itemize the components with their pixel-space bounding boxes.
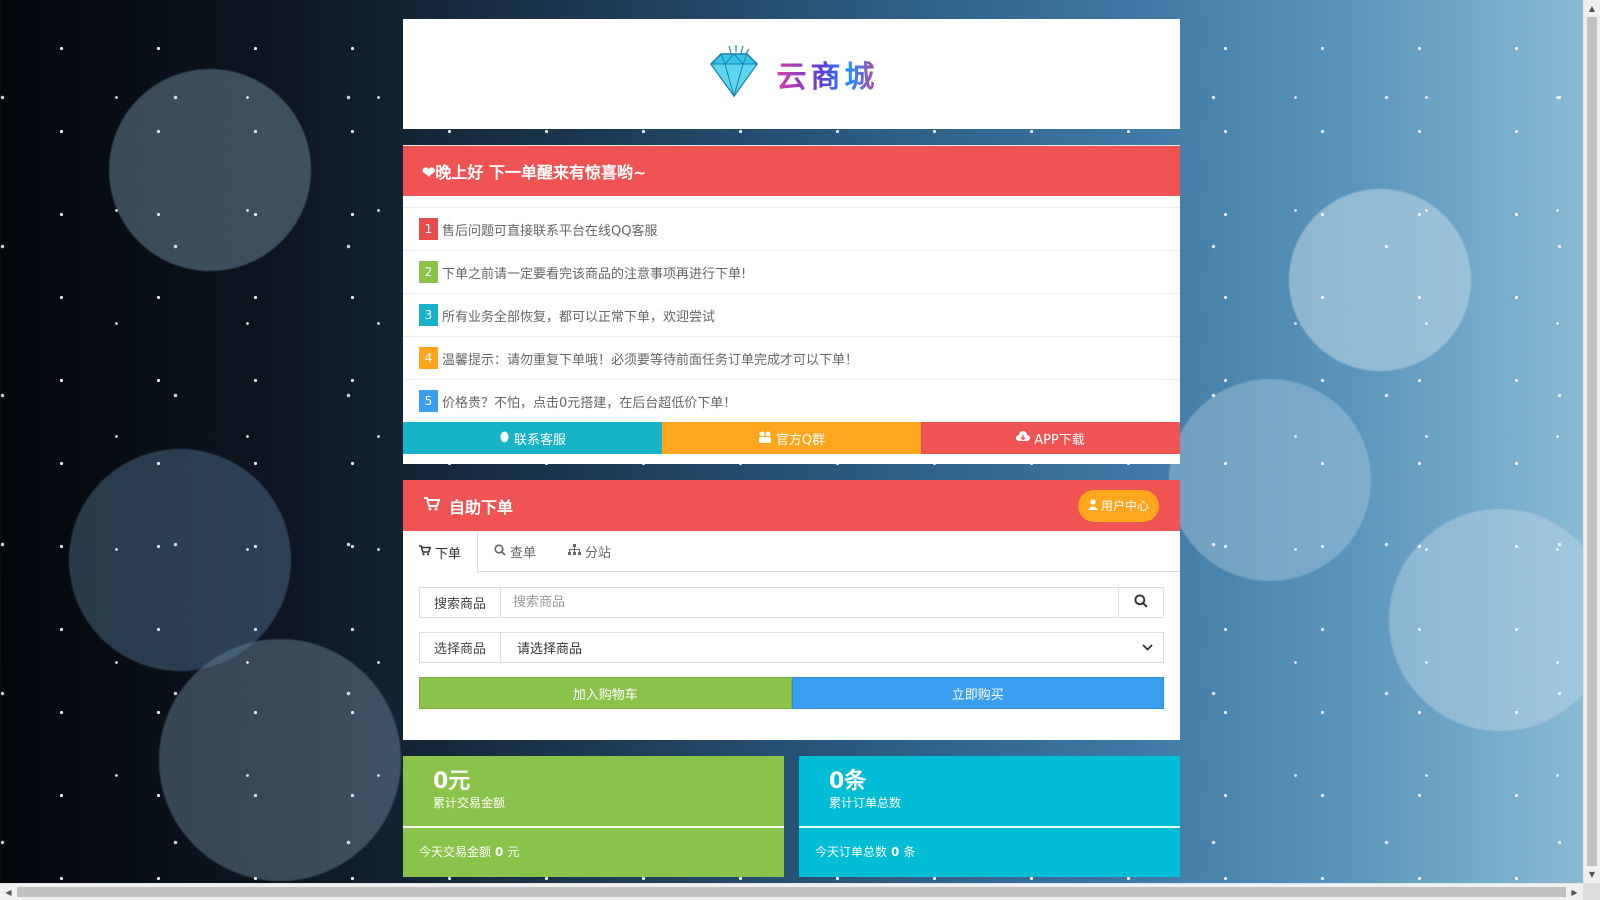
stat-value: 0元	[433, 769, 471, 794]
list-item: 1 售后问题可直接联系平台在线QQ客服	[403, 207, 1180, 250]
notice-title: ❤晚上好 下一单醒来有惊喜哟~	[403, 145, 1180, 196]
scroll-right-arrow-icon[interactable]: ▶	[1566, 884, 1583, 900]
scrollbar-corner	[1583, 883, 1600, 900]
group-icon	[758, 431, 772, 446]
scroll-left-arrow-icon[interactable]: ◀	[0, 884, 17, 900]
add-to-cart-button[interactable]: 加入购物车	[419, 677, 792, 709]
stat-card-orders: 0条 累计订单总数 今天订单总数 0 条	[799, 756, 1180, 877]
number-badge: 1	[419, 218, 438, 240]
cloud-download-icon	[1016, 431, 1031, 445]
product-select-value: 请选择商品	[517, 642, 583, 657]
stat-today-value: 0	[891, 844, 900, 859]
search-label: 搜索商品	[420, 588, 501, 617]
list-item: 3 所有业务全部恢复，都可以正常下单，欢迎尝试	[403, 293, 1180, 336]
notice-text: 下单之前请一定要看完该商品的注意事项再进行下单!	[442, 266, 747, 282]
official-group-label: 官方Q群	[775, 432, 826, 448]
search-input[interactable]	[501, 588, 1118, 617]
tab-order-label: 下单	[435, 546, 462, 562]
select-label: 选择商品	[420, 633, 501, 662]
number-badge: 5	[419, 390, 438, 412]
stat-top: 0元 累计交易金额	[403, 756, 784, 828]
order-header: 自助下单 用户中心	[403, 480, 1180, 531]
stat-label: 累计订单总数	[829, 796, 902, 810]
order-form: 搜索商品 选择商品 请选择商品 加入购物车 立	[403, 572, 1180, 709]
stat-value: 0条	[829, 769, 867, 794]
stat-label: 累计交易金额	[433, 796, 506, 810]
list-item: 2 下单之前请一定要看完该商品的注意事项再进行下单!	[403, 250, 1180, 293]
stat-today: 今天订单总数 0 条	[799, 828, 1180, 875]
product-select[interactable]: 请选择商品	[501, 633, 1163, 662]
vertical-scroll-thumb[interactable]	[1587, 17, 1597, 866]
stat-today-value: 0	[495, 844, 504, 859]
notice-text: 售后问题可直接联系平台在线QQ客服	[442, 223, 658, 239]
notice-text: 所有业务全部恢复，都可以正常下单，欢迎尝试	[442, 309, 716, 325]
user-center-label: 用户中心	[1100, 499, 1149, 513]
tab-query[interactable]: 查单	[478, 531, 552, 572]
site-logo-text: 云商城	[777, 52, 879, 96]
qq-penguin-icon	[499, 431, 510, 446]
search-button[interactable]	[1118, 588, 1163, 617]
order-tabs: 下单 查单 分站	[403, 531, 1180, 573]
stat-today: 今天交易金额 0 元	[403, 828, 784, 875]
app-download-button[interactable]: APP下载	[921, 422, 1180, 454]
vertical-scrollbar[interactable]: ▲ ▼	[1583, 0, 1600, 883]
chevron-down-icon	[1142, 640, 1153, 655]
stat-today-prefix: 今天订单总数	[815, 845, 888, 859]
list-item: 4 温馨提示：请勿重复下单哦！必须要等待前面任务订单完成才可以下单！	[403, 336, 1180, 379]
notice-button-row: 联系客服 官方Q群 APP下载	[403, 422, 1180, 454]
stat-top: 0条 累计订单总数	[799, 756, 1180, 828]
search-group: 搜索商品	[419, 587, 1164, 618]
contact-service-label: 联系客服	[513, 432, 566, 448]
logo-panel: 云商城	[403, 19, 1180, 129]
number-badge: 2	[419, 261, 438, 283]
order-panel: 自助下单 用户中心 下单 查单 分站 搜索商品 搜索商品 选择商品 请选择商品 …	[403, 480, 1180, 740]
main-container: 云商城 ❤晚上好 下一单醒来有惊喜哟~ 1 售后问题可直接联系平台在线QQ客服 …	[403, 19, 1180, 877]
order-title-text: 自助下单	[449, 497, 514, 517]
scroll-down-arrow-icon[interactable]: ▼	[1584, 866, 1600, 883]
official-group-button[interactable]: 官方Q群	[662, 422, 921, 454]
search-icon	[1134, 593, 1148, 612]
order-title: 自助下单	[424, 494, 513, 518]
search-icon	[494, 544, 506, 559]
tab-substation-label: 分站	[585, 546, 612, 561]
user-center-button[interactable]: 用户中心	[1077, 489, 1159, 522]
cart-icon	[424, 496, 441, 515]
notice-text: 温馨提示：请勿重复下单哦！必须要等待前面任务订单完成才可以下单！	[442, 352, 859, 368]
notice-list: 1 售后问题可直接联系平台在线QQ客服 2 下单之前请一定要看完该商品的注意事项…	[403, 196, 1180, 422]
horizontal-scroll-thumb[interactable]	[17, 887, 1566, 897]
scroll-up-arrow-icon[interactable]: ▲	[1584, 0, 1600, 17]
notice-panel: ❤晚上好 下一单醒来有惊喜哟~ 1 售后问题可直接联系平台在线QQ客服 2 下单…	[403, 145, 1180, 464]
notice-text: 价格贵？不怕，点击0元搭建，在后台超低价下单！	[442, 395, 737, 411]
list-item: 5 价格贵？不怕，点击0元搭建，在后台超低价下单！	[403, 379, 1180, 422]
tab-substation[interactable]: 分站	[552, 531, 627, 572]
diamond-icon	[705, 44, 763, 104]
user-icon	[1087, 498, 1098, 513]
stat-card-amount: 0元 累计交易金额 今天交易金额 0 元	[403, 756, 784, 877]
select-group: 选择商品 请选择商品	[419, 632, 1164, 663]
stat-today-unit: 条	[903, 845, 916, 859]
horizontal-scrollbar[interactable]: ◀ ▶	[0, 883, 1583, 900]
sitemap-icon	[568, 544, 582, 559]
tab-order[interactable]: 下单	[403, 531, 479, 573]
stat-today-unit: 元	[507, 845, 520, 859]
action-row: 加入购物车 立即购买	[419, 677, 1164, 709]
cart-icon	[419, 545, 432, 559]
number-badge: 3	[419, 304, 438, 326]
contact-service-button[interactable]: 联系客服	[403, 422, 662, 454]
app-download-label: APP下载	[1034, 432, 1085, 448]
stats-row: 0元 累计交易金额 今天交易金额 0 元 0条 累计订单总数 今天订单总数 0 …	[403, 756, 1180, 877]
buy-now-button[interactable]: 立即购买	[791, 677, 1164, 709]
number-badge: 4	[419, 347, 438, 369]
tab-query-label: 查单	[510, 546, 537, 561]
stat-today-prefix: 今天交易金额	[419, 845, 492, 859]
